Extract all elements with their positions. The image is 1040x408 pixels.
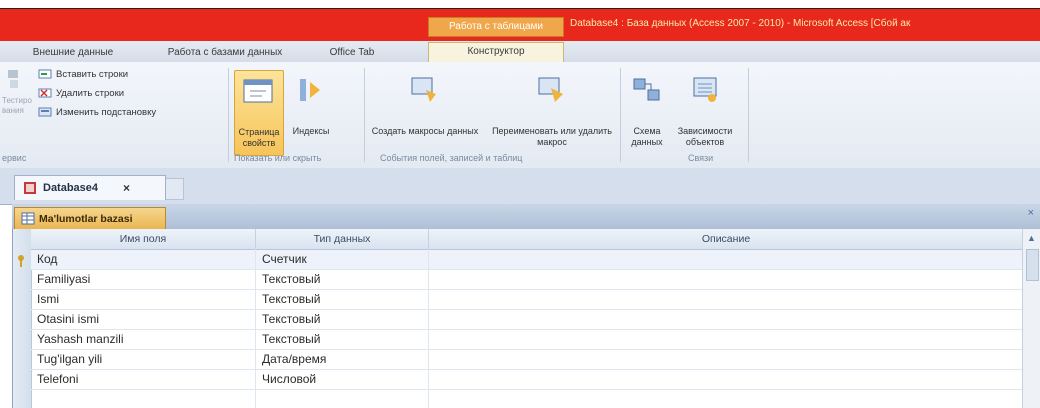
table-row[interactable]: Код Счетчик — [31, 250, 1023, 270]
table-row[interactable]: Yashash manzili Текстовый — [31, 330, 1023, 350]
change-lookup-icon — [38, 106, 54, 118]
data-schema-label: Схема данных — [631, 126, 663, 147]
property-sheet-label: Страница свойств — [238, 127, 280, 148]
row-selector-column[interactable] — [13, 229, 32, 408]
indexes-label: Индексы — [292, 126, 330, 136]
test-label-1[interactable]: Тестиро — [2, 96, 32, 105]
table-row[interactable]: Telefoni Числовой — [31, 370, 1023, 390]
object-tab-bar: × — [12, 204, 1040, 230]
data-macros-icon — [410, 76, 440, 104]
field-name-cell[interactable]: Код — [31, 250, 255, 269]
column-divider — [428, 249, 429, 408]
object-dependencies-button[interactable]: Зависимости объектов — [672, 70, 738, 154]
data-type-cell[interactable]: Текстовый — [256, 290, 428, 309]
table-row[interactable]: Tug'ilgan yili Дата/время — [31, 350, 1023, 370]
object-dependencies-icon — [690, 76, 720, 104]
show-hide-group-label: Показать или скрыть — [234, 153, 322, 163]
tab-database-tools[interactable]: Работа с базами данных — [150, 44, 300, 62]
scroll-up-icon[interactable]: ▲ — [1027, 233, 1036, 243]
test-label-2[interactable]: вания — [2, 106, 24, 115]
data-type-cell[interactable]: Дата/время — [256, 350, 428, 369]
description-cell[interactable] — [429, 330, 1023, 349]
events-group-label: События полей, записей и таблиц — [380, 153, 523, 163]
insert-rows-icon — [38, 68, 54, 80]
test-icon — [6, 68, 20, 90]
property-sheet-icon — [242, 77, 276, 105]
rename-delete-macro-button[interactable]: Переименовать или удалить макрос — [488, 70, 616, 154]
ribbon-separator — [364, 68, 365, 162]
data-type-cell[interactable]: Текстовый — [256, 330, 428, 349]
rename-macro-icon — [537, 76, 567, 104]
object-dependencies-label: Зависимости объектов — [677, 126, 733, 147]
data-schema-icon — [632, 76, 662, 104]
table-icon — [21, 212, 35, 225]
data-type-cell[interactable]: Текстовый — [256, 270, 428, 289]
field-name-cell[interactable]: Tug'ilgan yili — [31, 350, 255, 369]
relations-group-label: Связи — [688, 153, 714, 163]
top-frame-line — [0, 0, 1040, 9]
primary-key-icon — [18, 255, 24, 267]
ribbon-tab-strip: Внешние данные Работа с базами данных Of… — [0, 41, 1040, 63]
field-name-cell[interactable]: Ismi — [31, 290, 255, 309]
context-tab-label[interactable]: Работа с таблицами — [428, 17, 564, 37]
column-header-description[interactable]: Описание — [429, 229, 1024, 250]
description-cell[interactable] — [429, 370, 1023, 389]
field-name-cell[interactable]: Yashash manzili — [31, 330, 255, 349]
delete-rows-button[interactable]: Удалить строки — [56, 88, 124, 99]
document-tab-database4[interactable]: Database4 × — [14, 175, 166, 200]
field-name-cell[interactable]: Familiyasi — [31, 270, 255, 289]
description-cell[interactable] — [429, 350, 1023, 369]
object-tab-label: Ma'lumotlar bazasi — [39, 213, 133, 225]
table-row[interactable]: Otasini ismi Текстовый — [31, 310, 1023, 330]
property-sheet-button[interactable]: Страница свойств — [234, 70, 284, 156]
document-tab-label: Database4 — [43, 182, 99, 194]
table-design-grid: Имя поля Тип данных Описание Код Счетчик… — [12, 229, 1024, 408]
change-lookup-button[interactable]: Изменить подстановку — [56, 107, 156, 118]
table-row[interactable]: Familiyasi Текстовый — [31, 270, 1023, 290]
tab-office-tab[interactable]: Office Tab — [312, 44, 392, 62]
ribbon-separator — [620, 68, 621, 162]
object-tab-table[interactable]: Ma'lumotlar bazasi — [14, 207, 166, 231]
create-data-macros-button[interactable]: Создать макросы данных — [370, 70, 480, 154]
data-type-cell[interactable]: Счетчик — [256, 250, 428, 269]
insert-rows-button[interactable]: Вставить строки — [56, 69, 128, 80]
ribbon: Тестиро вания ервис Вставить строки Удал… — [0, 62, 1040, 169]
ribbon-separator — [228, 68, 229, 162]
field-name-cell[interactable]: Otasini ismi — [31, 310, 255, 329]
close-object-icon[interactable]: × — [1028, 207, 1034, 219]
ribbon-separator — [748, 68, 749, 162]
vertical-scrollbar[interactable]: ▲ — [1022, 229, 1040, 408]
table-row[interactable]: Ismi Текстовый — [31, 290, 1023, 310]
window-title: Database4 : База данных (Access 2007 - 2… — [570, 18, 911, 29]
column-divider — [255, 249, 256, 408]
tab-external-data[interactable]: Внешние данные — [14, 44, 132, 62]
description-cell[interactable] — [429, 310, 1023, 329]
indexes-button[interactable]: Индексы — [286, 70, 336, 154]
create-data-macros-label: Создать макросы данных — [371, 126, 479, 136]
database-icon — [23, 181, 37, 195]
data-type-cell[interactable]: Текстовый — [256, 310, 428, 329]
rename-delete-macro-label: Переименовать или удалить макрос — [492, 126, 612, 147]
description-cell[interactable] — [429, 270, 1023, 289]
delete-rows-icon — [38, 87, 54, 99]
data-schema-button[interactable]: Схема данных — [624, 70, 670, 154]
data-type-cell[interactable]: Числовой — [256, 370, 428, 389]
service-group-label: ервис — [2, 153, 27, 163]
description-cell[interactable] — [429, 250, 1023, 269]
indexes-icon — [296, 76, 326, 104]
column-header-data-type[interactable]: Тип данных — [256, 229, 429, 250]
field-name-cell[interactable]: Telefoni — [31, 370, 255, 389]
scroll-thumb[interactable] — [1026, 249, 1039, 281]
tab-design[interactable]: Конструктор — [428, 42, 564, 63]
close-icon[interactable]: × — [123, 176, 130, 200]
column-header-field-name[interactable]: Имя поля — [31, 229, 256, 250]
description-cell[interactable] — [429, 290, 1023, 309]
